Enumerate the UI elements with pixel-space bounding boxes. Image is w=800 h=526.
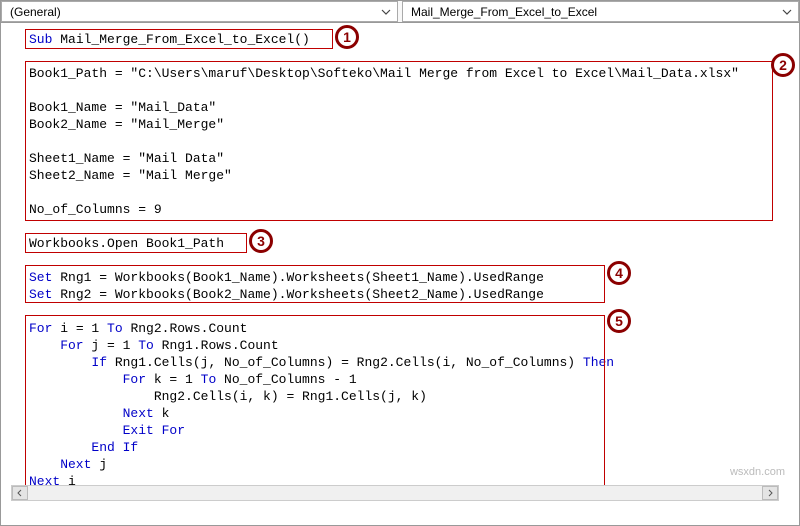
- procedure-dropdown-label: Mail_Merge_From_Excel_to_Excel: [411, 5, 597, 19]
- code-line: Workbooks.Open Book1_Path: [29, 235, 799, 252]
- code-line: Sheet1_Name = "Mail Data": [29, 150, 799, 167]
- watermark: wsxdn.com: [730, 464, 785, 481]
- object-dropdown[interactable]: (General): [1, 1, 398, 22]
- horizontal-scrollbar[interactable]: [11, 485, 779, 501]
- scroll-track[interactable]: [28, 486, 762, 500]
- code-line: No_of_Columns = 9: [29, 201, 799, 218]
- code-line: Sub Mail_Merge_From_Excel_to_Excel(): [29, 31, 799, 48]
- object-dropdown-label: (General): [10, 5, 61, 19]
- chevron-down-icon: [780, 5, 794, 19]
- code-line: For k = 1 To No_of_Columns - 1: [29, 371, 799, 388]
- scroll-left-icon[interactable]: [12, 486, 28, 500]
- code-editor[interactable]: Sub Mail_Merge_From_Excel_to_Excel() Boo…: [1, 23, 799, 503]
- code-line: For i = 1 To Rng2.Rows.Count: [29, 320, 799, 337]
- code-line: Next j: [29, 456, 799, 473]
- code-line: Sheet2_Name = "Mail Merge": [29, 167, 799, 184]
- code-line: Next k: [29, 405, 799, 422]
- code-line: Set Rng1 = Workbooks(Book1_Name).Workshe…: [29, 269, 799, 286]
- code-line: Exit For: [29, 422, 799, 439]
- code-line: Book1_Name = "Mail_Data": [29, 99, 799, 116]
- code-line: Rng2.Cells(i, k) = Rng1.Cells(j, k): [29, 388, 799, 405]
- code-line: For j = 1 To Rng1.Rows.Count: [29, 337, 799, 354]
- code-line: If Rng1.Cells(j, No_of_Columns) = Rng2.C…: [29, 354, 799, 371]
- code-line: Book1_Path = "C:\Users\maruf\Desktop\Sof…: [29, 65, 799, 82]
- code-line: Book2_Name = "Mail_Merge": [29, 116, 799, 133]
- chevron-down-icon: [379, 5, 393, 19]
- dropdown-bar: (General) Mail_Merge_From_Excel_to_Excel: [1, 1, 799, 23]
- code-line: End If: [29, 439, 799, 456]
- procedure-dropdown[interactable]: Mail_Merge_From_Excel_to_Excel: [402, 1, 799, 22]
- code-line: Set Rng2 = Workbooks(Book2_Name).Workshe…: [29, 286, 799, 303]
- scroll-right-icon[interactable]: [762, 486, 778, 500]
